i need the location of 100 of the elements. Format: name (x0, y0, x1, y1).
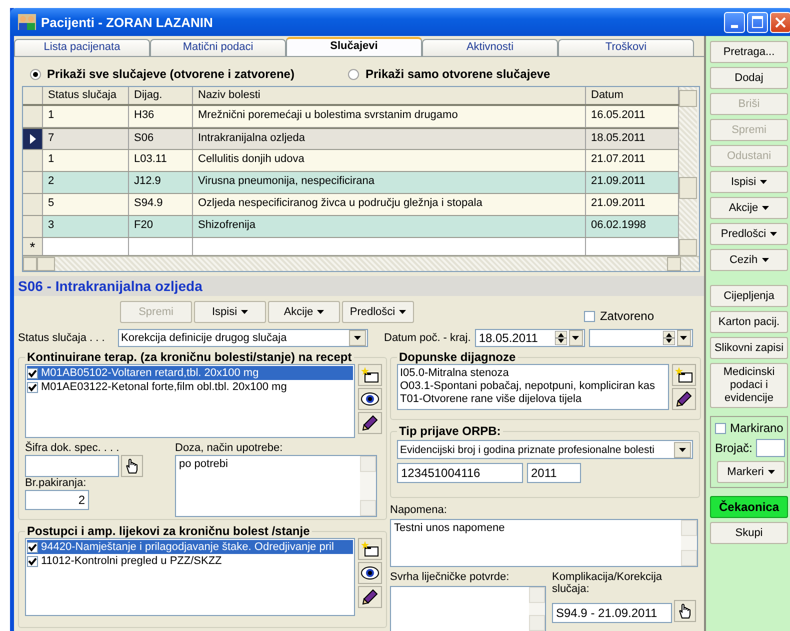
checkbox[interactable] (27, 556, 38, 566)
checkbox[interactable] (715, 422, 726, 434)
toolbar-button[interactable]: Ispisi (194, 301, 266, 323)
checkbox[interactable] (27, 382, 38, 392)
hand-icon (125, 458, 139, 474)
column-header[interactable]: Dijag. (129, 87, 193, 104)
radio-button[interactable] (348, 68, 360, 80)
table-row[interactable]: 1 H36 Mrežnični poremećaji u bolestima svrstanim drugamo 16.05.2011 (23, 106, 679, 128)
date-picker[interactable] (588, 329, 693, 347)
status-dropdown[interactable]: Korekcija definicije drugog slučaja (118, 329, 368, 347)
sidebar-button[interactable]: Ispisi (710, 171, 788, 193)
caret-icon (572, 336, 580, 340)
report-type-dropdown[interactable]: Evidencijski broj i godina priznate profesionalne bolesti (397, 440, 693, 459)
tab[interactable]: Matični podaci (150, 39, 286, 56)
horizontal-scrollbar[interactable] (23, 256, 699, 271)
sidebar-button[interactable]: Cijepljenja (710, 285, 788, 307)
list-item[interactable]: M01AB05102-Voltaren retard,tbl. 20x100 mg (27, 366, 353, 380)
sidebar-button[interactable]: Pretraga... (710, 41, 788, 63)
list-box[interactable]: M01AB05102-Voltaren retard,tbl. 20x100 mg M01AE03122-Ketonal forte,film obl.tbl. 20x100 mg (25, 364, 355, 438)
sidebar-button[interactable]: Akcije (710, 197, 788, 219)
close-icon (775, 16, 786, 28)
toolbar-button[interactable]: Predlošci (342, 301, 414, 323)
maximize-button[interactable] (747, 12, 768, 32)
vertical-scrollbar[interactable] (679, 87, 697, 256)
close-button[interactable] (770, 12, 790, 32)
list-item[interactable]: M01AE03122-Ketonal forte,film obl.tbl. 20x100 mg (27, 380, 353, 394)
item-label[interactable]: M01AB05102-Voltaren retard,tbl. 20x100 mg (41, 367, 259, 379)
column-header[interactable]: Status slučaja (43, 87, 129, 104)
edit-button[interactable] (672, 388, 696, 410)
caret-icon (762, 206, 770, 210)
year-field[interactable]: 2011 (527, 463, 581, 483)
sidebar-button[interactable]: Slikovni zapisi (710, 337, 788, 359)
view-button[interactable] (358, 388, 382, 410)
tab[interactable]: Troškovi (558, 39, 694, 56)
lookup-button[interactable] (674, 600, 696, 622)
table-cell: 3 (43, 216, 129, 237)
number-field[interactable]: 123451004116 (397, 463, 523, 483)
radio-button[interactable] (30, 68, 41, 80)
list-box[interactable]: 94420-Namještanje i prilagodjavanje štake. Odredjivanje pril 11012-Kontrolni pregled u PZZ/SKZZ (25, 538, 355, 616)
table-row[interactable]: 5 S94.9 Ozljeda nespecificiranog živca u području gležnja i stopala 21.09.2011 (23, 194, 679, 216)
checkbox[interactable] (27, 542, 38, 552)
complication-field[interactable]: S94.9 - 21.09.2011 (552, 603, 672, 623)
table-cell: H36 (129, 106, 193, 127)
minimize-button[interactable] (724, 12, 745, 32)
table-row[interactable]: 2 J12.9 Virusna pneumonija, nespecificirana 21.09.2011 (23, 172, 679, 194)
column-header[interactable]: Naziv bolesti (193, 87, 586, 104)
table-row[interactable]: 1 L03.11 Cellulitis donjih udova 21.07.2011 (23, 150, 679, 172)
date-picker[interactable]: 18.05.2011 (474, 329, 585, 347)
field-label: Doza, način upotrebe: (175, 442, 284, 455)
checkbox[interactable] (27, 368, 38, 378)
sidebar-button[interactable]: Predlošci (710, 223, 788, 245)
list-item[interactable]: 11012-Kontrolni pregled u PZZ/SKZZ (27, 554, 353, 568)
text-area[interactable] (390, 586, 546, 631)
view-button[interactable] (358, 562, 382, 584)
code-field[interactable] (25, 455, 119, 477)
table-row[interactable]: 3 F20 Shizofrenija 06.02.1998 (23, 216, 679, 238)
row-header[interactable] (23, 129, 43, 149)
add-button[interactable] (672, 364, 696, 386)
tab[interactable]: Slučajevi (286, 37, 422, 56)
list-box[interactable]: I05.0-Mitralna stenoza O03.1-Spontani pobačaj, nepotpuni, kompliciran kas T01-Otvorene rane više dijelova tijela (397, 364, 669, 410)
tab[interactable]: Aktivnosti (422, 39, 558, 56)
counter-field[interactable] (756, 439, 785, 457)
edit-button[interactable] (358, 412, 382, 434)
number-field[interactable]: 2 (25, 490, 89, 510)
list-item[interactable]: O03.1-Spontani pobačaj, nepotpuni, kompliciran kas (399, 379, 667, 392)
tab[interactable]: Lista pacijenata (14, 39, 150, 56)
text-area[interactable]: Testni unos napomene (390, 519, 698, 567)
sidebar-button[interactable]: Skupi (710, 522, 788, 544)
row-header[interactable]: * (23, 238, 43, 255)
caret-icon (317, 310, 324, 314)
lookup-button[interactable] (121, 455, 143, 477)
list-item[interactable]: T01-Otvorene rane više dijelova tijela (399, 392, 667, 405)
radio-label[interactable]: Prikaži samo otvorene slučajeve (365, 67, 550, 81)
item-label[interactable]: M01AE03122-Ketonal forte,film obl.tbl. 20x100 mg (41, 381, 287, 393)
add-button[interactable] (358, 538, 382, 560)
edit-button[interactable] (358, 586, 382, 608)
checkbox-label[interactable]: Zatvoreno (600, 309, 654, 323)
item-label[interactable]: 94420-Namještanje i prilagodjavanje štake. Odredjivanje pril (41, 541, 334, 553)
group-title: Kontinuirane terap. (za kroničnu bolesti/stanje) na recept (26, 350, 353, 364)
list-item[interactable]: I05.0-Mitralna stenoza (399, 366, 667, 379)
sidebar-button[interactable]: Čekaonica (710, 496, 788, 518)
text-area[interactable]: po potrebi (175, 455, 377, 517)
folder-star-icon (361, 367, 379, 383)
sidebar-button[interactable]: Dodaj (710, 67, 788, 89)
caret-icon (762, 258, 769, 262)
table-row[interactable]: 7 S06 Intrakranijalna ozljeda 18.05.2011 (23, 128, 679, 150)
sidebar-button[interactable]: Karton pacij. (710, 311, 788, 333)
item-label[interactable]: 11012-Kontrolni pregled u PZZ/SKZZ (41, 555, 222, 567)
checkbox-label[interactable]: Markirano (730, 421, 784, 435)
toolbar-button[interactable]: Akcije (268, 301, 340, 323)
markers-button[interactable]: Markeri (717, 461, 785, 483)
sidebar-button[interactable]: Cezih (710, 249, 788, 271)
checkbox[interactable] (584, 310, 595, 322)
group-title: Tip prijave ORPB: (398, 424, 502, 438)
caret-icon (768, 470, 775, 474)
radio-label[interactable]: Prikaži sve slučajeve (otvorene i zatvorene) (47, 67, 294, 81)
add-button[interactable] (358, 364, 382, 386)
list-item[interactable]: 94420-Namještanje i prilagodjavanje štake. Odredjivanje pril (27, 540, 353, 554)
group-title: Dopunske dijagnoze (398, 350, 517, 364)
sidebar-button[interactable]: Medicinski podaci i evidencije (710, 363, 788, 408)
